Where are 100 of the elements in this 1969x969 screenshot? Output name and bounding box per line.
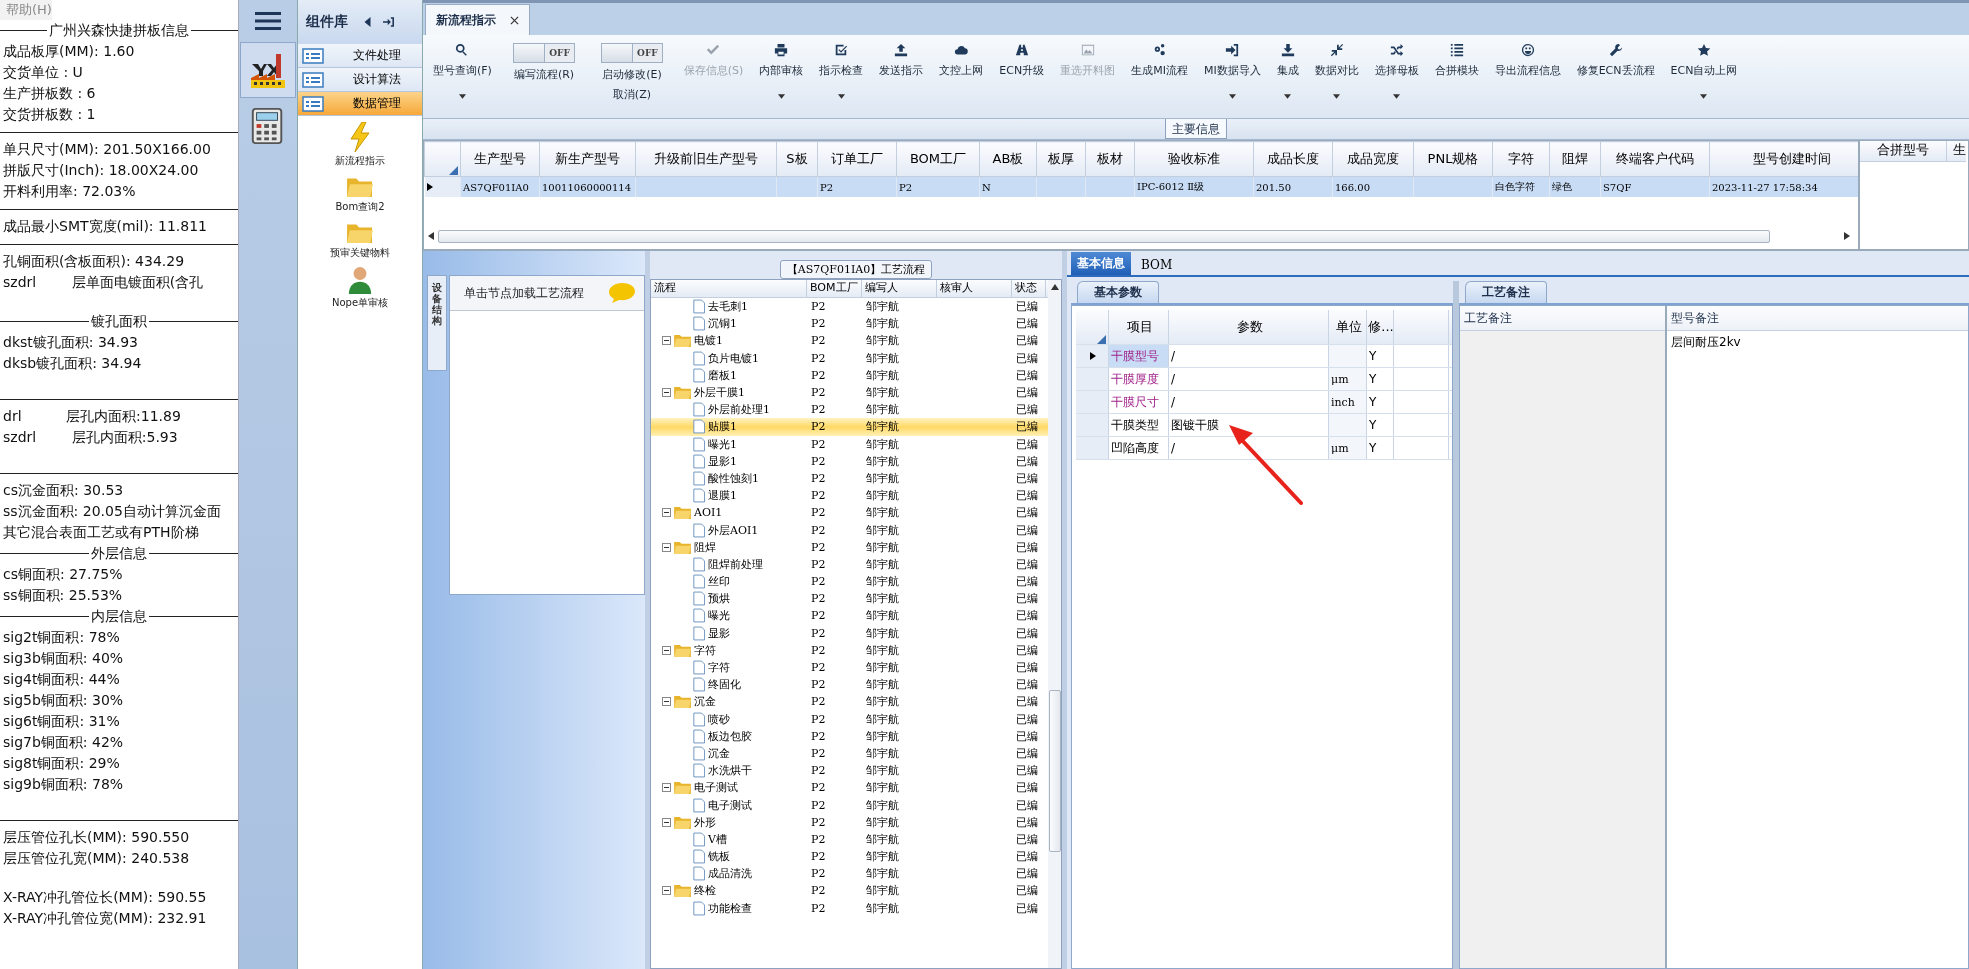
column-header[interactable]: 终端客户代码 bbox=[1600, 141, 1710, 177]
tree-row[interactable]: 外形 P2 邹宇航 已编 bbox=[651, 813, 1048, 831]
column-header[interactable]: 单位 bbox=[1329, 310, 1367, 344]
tree-row[interactable]: 酸性蚀刻1 P2 邹宇航 已编 bbox=[651, 469, 1048, 488]
tool-item[interactable]: 预审关键物料 bbox=[330, 220, 390, 260]
factory-button[interactable] bbox=[240, 42, 296, 98]
panel-tab[interactable]: 基本参数 bbox=[1077, 281, 1159, 303]
panel-tab[interactable]: 工艺备注 bbox=[1465, 281, 1547, 303]
tree-row[interactable]: AOI1 P2 邹宇航 已编 bbox=[651, 504, 1048, 522]
toggle-switch[interactable]: OFF bbox=[600, 43, 663, 63]
category-item[interactable]: 文件处理 bbox=[298, 44, 422, 68]
column-header[interactable]: 生产型号 bbox=[460, 141, 540, 177]
toolbar-button[interactable]: 生成MI流程 bbox=[1125, 43, 1194, 113]
column-header[interactable]: BOM工厂 bbox=[896, 141, 980, 177]
collapse-icon[interactable] bbox=[662, 508, 671, 518]
category-item[interactable]: 设计算法 bbox=[298, 68, 422, 92]
column-header[interactable]: 生 bbox=[1947, 141, 1966, 161]
tree-row[interactable]: 喷砂 P2 邹宇航 已编 bbox=[651, 710, 1048, 728]
corner-icon[interactable] bbox=[449, 165, 458, 175]
column-header[interactable]: 升级前旧生产型号 bbox=[635, 141, 777, 177]
column-header[interactable]: 型号创建时间 bbox=[1709, 141, 1858, 177]
tree-row[interactable]: 阻焊 P2 邹宇航 已编 bbox=[651, 538, 1048, 556]
toolbar-button[interactable]: 发送指示 bbox=[873, 43, 930, 113]
column-header[interactable]: 订单工厂 bbox=[817, 141, 897, 177]
column-header[interactable]: 型号备注 bbox=[1667, 306, 1968, 331]
column-header[interactable]: 新生产型号 bbox=[539, 141, 636, 177]
tree-row[interactable]: 字符 P2 邹宇航 已编 bbox=[651, 641, 1048, 659]
toggle-label[interactable]: 启动修改(E) bbox=[600, 66, 664, 83]
collapse-icon[interactable] bbox=[662, 542, 671, 552]
column-header[interactable]: 工艺备注 bbox=[1460, 306, 1665, 331]
collapse-icon[interactable] bbox=[662, 388, 671, 398]
column-header[interactable]: 流程 bbox=[651, 280, 807, 297]
detail-tab[interactable]: 基本信息 bbox=[1071, 252, 1131, 275]
tree-row[interactable]: 曝光 P2 邹宇航 已编 bbox=[651, 607, 1048, 625]
toggle-switch[interactable]: OFF bbox=[513, 43, 576, 63]
tool-item[interactable]: Nope单审核 bbox=[331, 266, 389, 310]
collapse-icon[interactable] bbox=[662, 336, 671, 346]
tree-row[interactable]: 外层干膜1 P2 邹宇航 已编 bbox=[651, 383, 1048, 402]
column-header[interactable]: 成品宽度 bbox=[1332, 141, 1414, 177]
column-header[interactable]: 编写人 bbox=[862, 280, 937, 297]
toggle-label[interactable]: 编写流程(R) bbox=[511, 66, 577, 83]
column-header[interactable]: 板材 bbox=[1085, 141, 1135, 177]
tree-row[interactable]: 成品清洗 P2 邹宇航 已编 bbox=[651, 865, 1048, 883]
tree-row[interactable]: 电子测试 P2 邹宇航 已编 bbox=[651, 796, 1048, 814]
tree-row[interactable]: 沉铜1 P2 邹宇航 已编 bbox=[651, 315, 1048, 333]
tree-row[interactable]: 丝印 P2 邹宇航 已编 bbox=[651, 573, 1048, 591]
tree-row[interactable]: 终检 P2 邹宇航 已编 bbox=[651, 882, 1048, 900]
tree-row[interactable]: 阻焊前处理 P2 邹宇航 已编 bbox=[651, 555, 1048, 573]
scroll-right-icon[interactable] bbox=[1844, 232, 1850, 240]
tree-row[interactable]: 字符 P2 邹宇航 已编 bbox=[651, 658, 1048, 677]
tree-row[interactable]: 沉金 P2 邹宇航 已编 bbox=[651, 744, 1048, 763]
column-header[interactable]: 字符 bbox=[1492, 141, 1550, 177]
tree-row[interactable]: 外层AOI1 P2 邹宇航 已编 bbox=[651, 521, 1048, 539]
tree-row[interactable]: 曝光1 P2 邹宇航 已编 bbox=[651, 435, 1048, 453]
tree-row[interactable]: 退膜1 P2 邹宇航 已编 bbox=[651, 487, 1048, 505]
column-header[interactable]: 项目 bbox=[1109, 310, 1169, 344]
toolbar-button[interactable]: 修复ECN丢流程 bbox=[1570, 43, 1661, 113]
row-header[interactable] bbox=[424, 176, 461, 197]
column-header[interactable]: 修... bbox=[1367, 310, 1394, 344]
tree-row[interactable]: 电镀1 P2 邹宇航 已编 bbox=[651, 332, 1048, 350]
horizontal-scrollbar[interactable] bbox=[428, 229, 1850, 243]
document-tab[interactable]: 新流程指示 bbox=[425, 4, 530, 35]
scroll-thumb[interactable] bbox=[1048, 690, 1061, 852]
collapse-icon[interactable] bbox=[662, 817, 671, 827]
toolbar-button[interactable]: MI数据导入 bbox=[1197, 43, 1267, 113]
tree-row[interactable]: 板边包胶 P2 邹宇航 已编 bbox=[651, 727, 1048, 745]
toolbar-button[interactable]: 集成 bbox=[1270, 43, 1305, 113]
vertical-tab[interactable]: 设备结构 bbox=[427, 275, 447, 371]
column-header[interactable]: 状态 bbox=[1012, 280, 1046, 297]
pin-icon[interactable] bbox=[383, 16, 394, 28]
column-header[interactable]: 验收标准 bbox=[1134, 141, 1254, 177]
tree-row[interactable]: 磨板1 P2 邹宇航 已编 bbox=[651, 366, 1048, 384]
corner-icon[interactable] bbox=[1097, 335, 1106, 344]
tree-row[interactable]: 显影1 P2 邹宇航 已编 bbox=[651, 452, 1048, 470]
scroll-left-icon[interactable] bbox=[428, 232, 434, 240]
toolbar-button[interactable]: 选择母板 bbox=[1368, 43, 1425, 113]
tool-item[interactable]: Bom查询2 bbox=[335, 174, 385, 214]
collapse-icon[interactable] bbox=[662, 645, 671, 655]
column-header[interactable]: BOM工厂 bbox=[807, 280, 862, 297]
collapse-icon[interactable] bbox=[662, 697, 671, 707]
toolbar-button[interactable]: 导出流程信息 bbox=[1488, 43, 1567, 113]
toggle-label[interactable]: 取消(Z) bbox=[610, 86, 653, 103]
vertical-scrollbar[interactable] bbox=[1048, 280, 1061, 968]
column-header[interactable]: S板 bbox=[776, 141, 818, 177]
tree-row[interactable]: 显影 P2 邹宇航 已编 bbox=[651, 624, 1048, 642]
tree-row[interactable]: 电子测试 P2 邹宇航 已编 bbox=[651, 779, 1048, 797]
tree-row[interactable]: 预烘 P2 邹宇航 已编 bbox=[651, 590, 1048, 608]
toolbar-button[interactable]: ECN升级 bbox=[993, 43, 1051, 113]
column-header[interactable]: 参数 bbox=[1169, 310, 1329, 344]
tree-row[interactable]: 功能检查 P2 邹宇航 已编 bbox=[651, 899, 1048, 917]
tree-row[interactable]: 贴膜1 P2 邹宇航 已编 bbox=[651, 418, 1048, 436]
column-header[interactable]: 板厚 bbox=[1036, 141, 1086, 177]
scroll-up-icon[interactable] bbox=[1050, 284, 1059, 290]
tree-row[interactable]: 沉金 P2 邹宇航 已编 bbox=[651, 693, 1048, 711]
toolbar-button[interactable]: ECN自动上网 bbox=[1664, 43, 1744, 113]
tree-row[interactable]: 外层前处理1 P2 邹宇航 已编 bbox=[651, 401, 1048, 419]
tool-item[interactable]: 新流程指示 bbox=[335, 122, 385, 168]
tree-row[interactable]: 终固化 P2 邹宇航 已编 bbox=[651, 676, 1048, 694]
toolbar-button[interactable]: 合拼模块 bbox=[1428, 43, 1485, 113]
column-header[interactable]: 阻焊 bbox=[1549, 141, 1601, 177]
